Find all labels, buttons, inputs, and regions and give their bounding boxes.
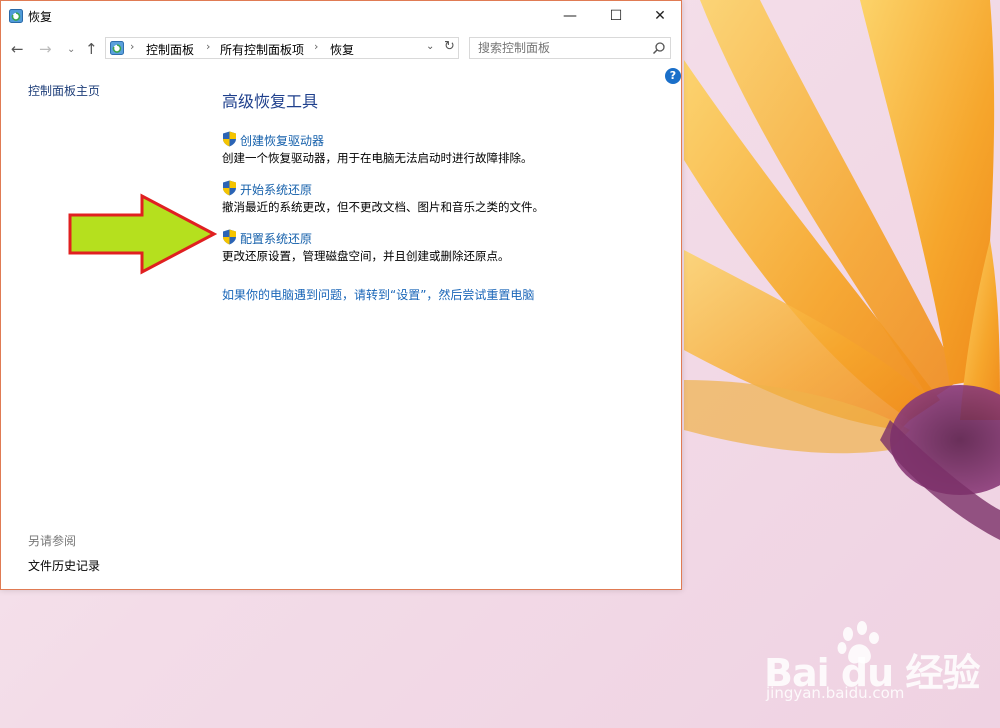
search-box[interactable] [469, 37, 671, 59]
start-system-restore-link[interactable]: 开始系统还原 [240, 181, 312, 198]
breadcrumb-all-items[interactable]: 所有控制面板项 [220, 41, 304, 58]
control-panel-home-link[interactable]: 控制面板主页 [28, 82, 100, 99]
start-system-restore-description: 撤消最近的系统更改，但不更改文档、图片和音乐之类的文件。 [222, 200, 544, 214]
baidu-url-text: jingyan.baidu.com [766, 684, 905, 702]
forward-arrow-icon[interactable]: → [39, 40, 52, 58]
title-bar: 恢复 — ☐ ✕ [1, 1, 681, 31]
uac-shield-icon [223, 229, 236, 245]
minimize-button[interactable]: — [547, 1, 593, 31]
recovery-app-icon [9, 9, 23, 23]
breadcrumb-separator[interactable]: › [206, 40, 210, 53]
address-bar[interactable]: › 控制面板 › 所有控制面板项 › 恢复 ⌄ ↻ [105, 37, 459, 59]
create-recovery-drive-link[interactable]: 创建恢复驱动器 [240, 132, 324, 149]
navigation-bar: ← → ⌄ ↑ › 控制面板 › 所有控制面板项 › 恢复 ⌄ ↻ [1, 33, 681, 63]
file-history-link[interactable]: 文件历史记录 [28, 557, 100, 574]
close-button[interactable]: ✕ [637, 1, 683, 31]
reset-pc-link[interactable]: 如果你的电脑遇到问题，请转到“设置”，然后尝试重置电脑 [222, 286, 534, 303]
control-panel-icon [110, 41, 124, 55]
configure-system-restore-description: 更改还原设置，管理磁盘空间，并且创建或删除还原点。 [222, 249, 510, 263]
recent-locations-chevron-icon[interactable]: ⌄ [67, 44, 75, 55]
up-arrow-icon[interactable]: ↑ [85, 40, 98, 58]
maximize-button[interactable]: ☐ [593, 1, 639, 31]
uac-shield-icon [223, 131, 236, 147]
recovery-window: 恢复 — ☐ ✕ ← → ⌄ ↑ › 控制面板 › 所有控制面板项 › 恢复 ⌄… [0, 0, 682, 590]
uac-shield-icon [223, 180, 236, 196]
see-also-heading: 另请参阅 [28, 534, 77, 548]
breadcrumb-separator[interactable]: › [314, 40, 318, 53]
refresh-icon[interactable]: ↻ [444, 39, 455, 54]
back-arrow-icon[interactable]: ← [11, 40, 24, 58]
page-title: 高级恢复工具 [222, 92, 319, 111]
address-dropdown-chevron-icon[interactable]: ⌄ [426, 41, 434, 52]
window-title: 恢复 [28, 10, 53, 24]
breadcrumb-recovery[interactable]: 恢复 [330, 41, 354, 58]
configure-system-restore-link[interactable]: 配置系统还原 [240, 230, 312, 247]
breadcrumb-separator: › [130, 40, 135, 53]
search-icon[interactable] [652, 41, 666, 55]
annotation-arrow-icon [68, 193, 217, 275]
breadcrumb-control-panel[interactable]: 控制面板 [146, 41, 194, 58]
create-recovery-drive-description: 创建一个恢复驱动器，用于在电脑无法启动时进行故障排除。 [222, 151, 533, 165]
search-input[interactable] [478, 40, 648, 56]
help-icon[interactable]: ? [665, 68, 681, 84]
